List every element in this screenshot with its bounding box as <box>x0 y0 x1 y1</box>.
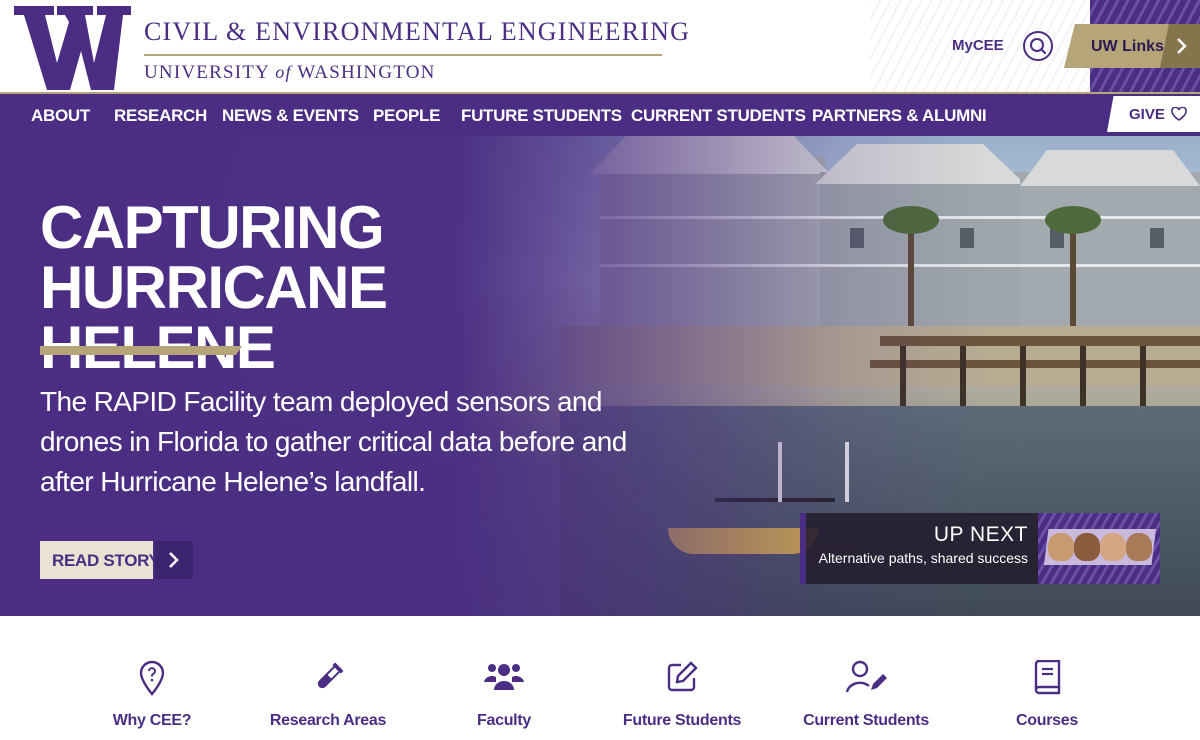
uw-links-button[interactable]: UW Links <box>1064 24 1172 68</box>
give-label: GIVE <box>1129 106 1165 123</box>
hero-banner: CAPTURING HURRICANE HELENE The RAPID Fac… <box>0 136 1200 616</box>
user-pen-icon <box>845 660 887 693</box>
site-header: CIVIL & ENVIRONMENTAL ENGINEERING UNIVER… <box>0 0 1200 92</box>
nav-future-students[interactable]: FUTURE STUDENTS <box>461 106 622 126</box>
hero-headline-line1: CAPTURING HURRICANE <box>40 194 388 321</box>
mycee-link[interactable]: MyCEE <box>952 37 1004 54</box>
location-question-icon <box>139 660 165 696</box>
search-button[interactable] <box>1023 31 1053 61</box>
hero-accent-bar <box>40 346 242 355</box>
quick-link-label: Research Areas <box>269 712 387 729</box>
chevron-right-icon <box>1177 38 1187 54</box>
quick-link-future-students[interactable]: Future Students <box>602 616 762 740</box>
quick-link-label: Courses <box>1016 712 1078 729</box>
quick-link-faculty[interactable]: Faculty <box>424 616 584 740</box>
quick-link-label: Faculty <box>477 712 531 729</box>
up-next-thumbnail[interactable] <box>1038 513 1160 584</box>
thumbnail-person <box>1074 533 1100 561</box>
header-divider <box>144 54 662 56</box>
heart-icon <box>1171 107 1187 121</box>
quick-link-label: Why CEE? <box>112 712 192 729</box>
up-next-title: Alternative paths, shared success <box>818 550 1028 566</box>
university-name: UNIVERSITY of WASHINGTON <box>144 62 436 84</box>
quick-link-label: Future Students <box>622 712 742 729</box>
uw-w-logo[interactable] <box>14 6 141 90</box>
search-icon <box>1030 38 1047 55</box>
university-of: of <box>275 62 292 82</box>
department-name: CIVIL & ENVIRONMENTAL ENGINEERING <box>144 17 691 46</box>
quick-link-research-areas[interactable]: Research Areas <box>248 616 408 740</box>
test-tube-icon <box>317 662 344 689</box>
main-nav: ABOUT RESEARCH NEWS & EVENTS PEOPLE FUTU… <box>0 92 1200 136</box>
read-story-button[interactable]: READ STORY <box>40 541 160 579</box>
nav-current-students[interactable]: CURRENT STUDENTS <box>631 106 806 126</box>
edit-square-icon <box>667 661 698 692</box>
read-story-arrow[interactable] <box>155 541 193 579</box>
people-group-icon <box>484 664 524 690</box>
book-icon <box>1034 660 1061 695</box>
up-next-card[interactable]: UP NEXT Alternative paths, shared succes… <box>800 513 1038 584</box>
read-story-label: READ STORY <box>52 551 160 570</box>
quick-link-courses[interactable]: Courses <box>967 616 1127 740</box>
chevron-right-icon <box>169 552 179 568</box>
nav-people[interactable]: PEOPLE <box>373 106 440 126</box>
nav-research[interactable]: RESEARCH <box>114 106 207 126</box>
uw-links-label: UW Links <box>1091 38 1164 55</box>
quick-links: Why CEE? Research Areas Faculty Future S… <box>0 616 1200 740</box>
give-button[interactable]: GIVE <box>1107 96 1200 132</box>
university-word: UNIVERSITY <box>144 62 270 83</box>
hero-description: The RAPID Facility team deployed sensors… <box>40 386 627 497</box>
nav-news-events[interactable]: NEWS & EVENTS <box>222 106 359 126</box>
quick-link-label: Current Students <box>803 712 929 729</box>
nav-partners-alumni[interactable]: PARTNERS & ALUMNI <box>812 106 987 126</box>
thumbnail-person <box>1048 533 1074 561</box>
quick-link-why-cee[interactable]: Why CEE? <box>72 616 232 740</box>
up-next-heading: UP NEXT <box>933 523 1028 546</box>
quick-link-current-students[interactable]: Current Students <box>786 616 946 740</box>
washington-word: WASHINGTON <box>297 62 436 83</box>
thumbnail-person <box>1100 533 1126 561</box>
thumbnail-person <box>1126 533 1152 561</box>
nav-about[interactable]: ABOUT <box>31 106 90 126</box>
